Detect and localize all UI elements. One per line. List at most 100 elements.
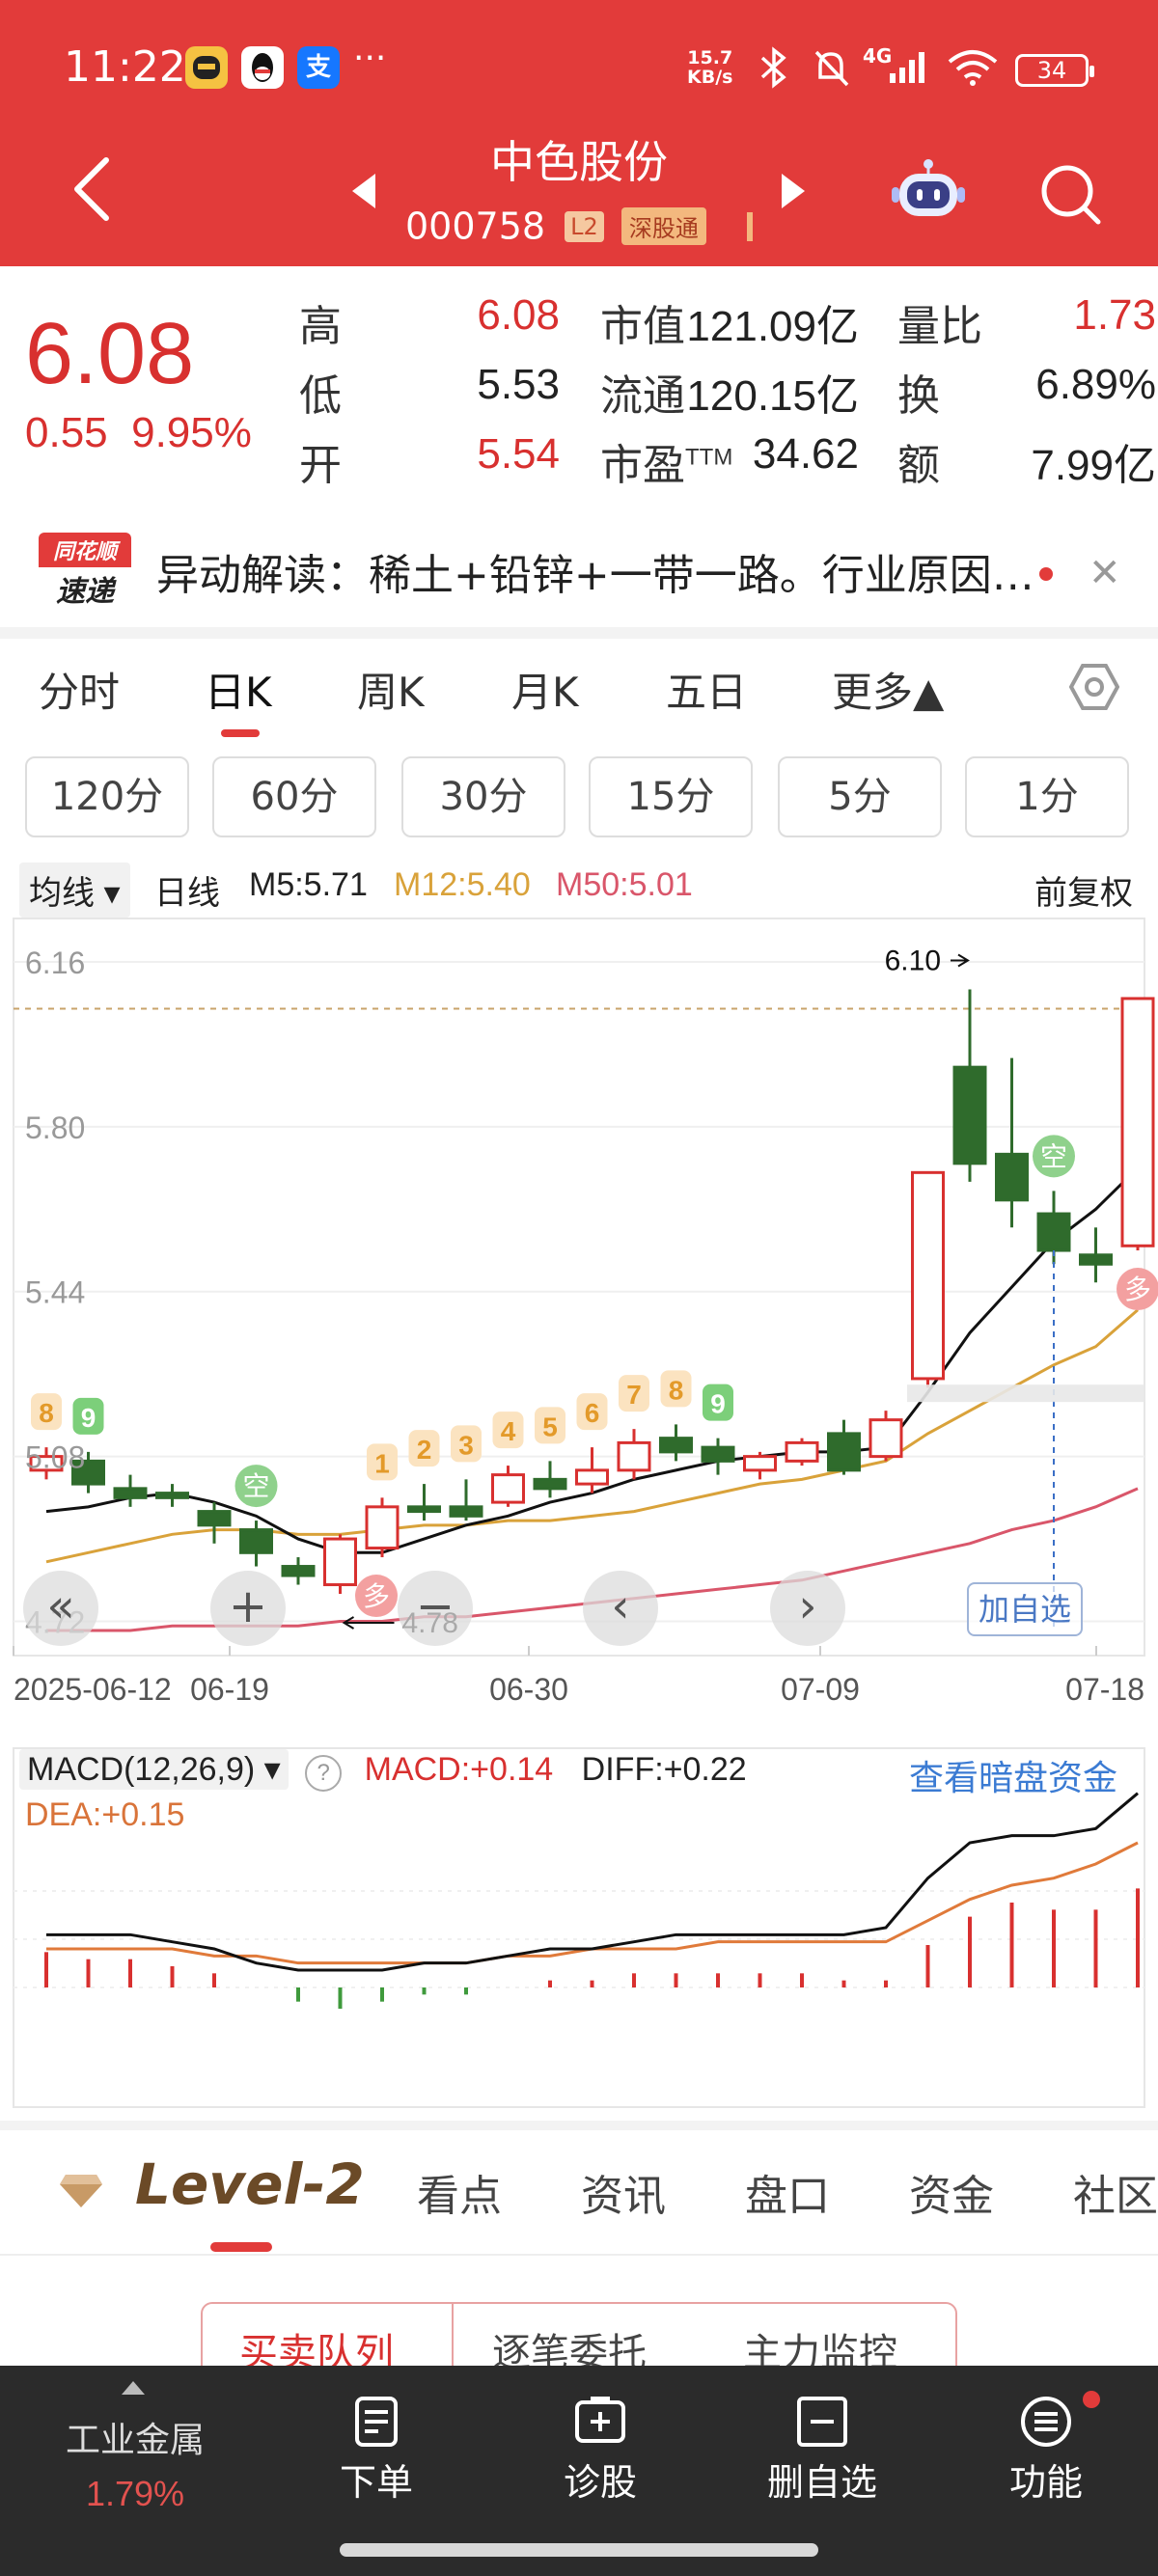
tab-highlights[interactable]: 看点 [417,2161,502,2223]
x-tick-label: 07-18 [1065,1672,1144,1707]
turnover-label: 换 [897,372,940,420]
tab-community[interactable]: 社区 [1073,2161,1158,2223]
qq-icon [241,46,284,89]
candle-body [365,1505,400,1550]
candle [827,1419,861,1475]
active-tab-indicator [221,729,260,737]
minute-60-button[interactable]: 60分 [212,756,376,837]
status-time: 11:22 [64,42,186,92]
minute-5-button[interactable]: 5分 [778,756,942,837]
low-label: 低 [299,372,342,420]
candle [1079,1227,1113,1283]
float-cap-value: 120.15亿 [686,372,859,420]
home-indicator[interactable] [340,2543,818,2557]
nav-diagnose[interactable]: 诊股 [504,2395,697,2506]
news-headline[interactable]: 异动解读：稀土+铅锌+一带一路。行业原因… [156,540,1044,602]
candle-body [1120,997,1155,1247]
next-page-button[interactable]: › [770,1571,845,1646]
minute-30-button[interactable]: 30分 [401,756,565,837]
menu-icon [1021,2397,1071,2447]
collapse-button[interactable]: « [23,1571,98,1646]
signal-number: 3 [458,1430,474,1460]
tab-daily-k[interactable]: 日K [205,660,272,719]
prev-page-button[interactable]: ‹ [583,1571,658,1646]
assistant-robot-icon[interactable] [890,158,967,220]
signal-bubble: 7 [619,1375,649,1412]
connect-badge: 深股通 [620,207,706,245]
candle-body [323,1537,357,1587]
low-value: 5.53 [477,361,560,408]
add-watchlist-button[interactable]: 加自选 [967,1582,1084,1636]
x-tick-label: 06-30 [489,1672,568,1707]
dea-line [46,1841,1139,1965]
wifi-icon [948,50,998,86]
divider [0,2254,1158,2256]
zoom-out-button[interactable]: − [398,1571,473,1646]
adjust-mode[interactable]: 前复权 [1034,866,1133,914]
signal-number: 9 [81,1403,96,1433]
indicator-select[interactable]: 均线 ▾ [19,863,130,918]
nav-functions[interactable]: 功能 [950,2395,1143,2506]
sector-name[interactable]: 工业金属 [29,2412,241,2462]
candle-body [281,1565,316,1577]
candle [617,1429,651,1480]
remove-watchlist-icon [797,2397,847,2447]
close-icon[interactable]: ✕ [1089,554,1121,592]
marker-text: 多 [363,1581,390,1611]
sector-change: 1.79% [85,2474,185,2513]
candle [239,1521,273,1567]
next-stock-button[interactable] [782,174,805,208]
y-tick-label: 5.08 [25,1440,85,1475]
alipay-icon: 支 [297,46,340,89]
open-value: 5.54 [477,430,560,478]
unread-dot [1039,567,1053,581]
network-speed: 15.7 KB/s [687,47,733,88]
x-tick-label: 07-09 [781,1672,860,1707]
marker-text: 空 [242,1471,269,1501]
zoom-in-button[interactable]: + [210,1571,286,1646]
minute-15-button[interactable]: 15分 [589,756,753,837]
tab-order-book[interactable]: 盘口 [745,2161,830,2223]
tab-capital[interactable]: 资金 [909,2161,994,2223]
volume-ratio-value: 1.73 [1073,291,1156,339]
search-icon[interactable] [1036,160,1104,228]
level2-logo[interactable]: Level-2 [135,2151,365,2217]
signal-number: 8 [39,1398,54,1428]
chart-settings-icon[interactable] [1069,662,1119,712]
l2-badge: L2 [565,210,604,242]
tab-monthly-k[interactable]: 月K [511,660,579,719]
amount-value: 7.99亿 [1031,442,1156,489]
tab-weekly-k[interactable]: 周K [357,660,425,719]
minute-120-button[interactable]: 120分 [25,756,189,837]
tab-news[interactable]: 资讯 [581,2161,666,2223]
pe-label: 市盈TTM [600,442,733,489]
signal-bubble: 5 [535,1407,565,1444]
high-value: 6.08 [477,291,560,339]
app-header: 11:22 支 ··· 15.7 KB/s 4G 34 中色股份 000758 … [0,0,1158,266]
nav-order[interactable]: 下单 [280,2395,473,2506]
marker-text: 空 [1040,1141,1067,1171]
tab-intraday[interactable]: 分时 [39,660,120,719]
minute-1-button[interactable]: 1分 [965,756,1129,837]
nav-remove-watch[interactable]: 删自选 [726,2395,919,2506]
signal-bubble: 9 [72,1397,104,1435]
candle-body [995,1152,1029,1202]
m5-line [45,1166,1140,1554]
x-tick-label: 06-19 [190,1672,269,1707]
divider [0,627,1158,639]
ma-legend: 均线 ▾ 日线 M5:5.71 M12:5.40 M50:5.01 前复权 [0,859,1158,918]
signal-bubble: 6 [576,1393,608,1431]
candle-body [827,1432,861,1472]
candle [407,1484,441,1521]
news-bar[interactable]: 同花顺 速递 异动解读：稀土+铅锌+一带一路。行业原因… ✕ [0,511,1158,627]
tab-more[interactable]: 更多▲ [832,660,944,719]
candle-body [952,1065,987,1165]
tab-five-day[interactable]: 五日 [666,660,747,719]
candle-body [533,1477,567,1491]
candle-body [239,1528,273,1554]
expand-arrow-icon[interactable] [122,2381,145,2395]
candle-body [785,1440,819,1463]
price-change: 0.55 9.95% [25,409,252,456]
diagnose-icon [575,2397,625,2443]
candle [323,1534,357,1595]
